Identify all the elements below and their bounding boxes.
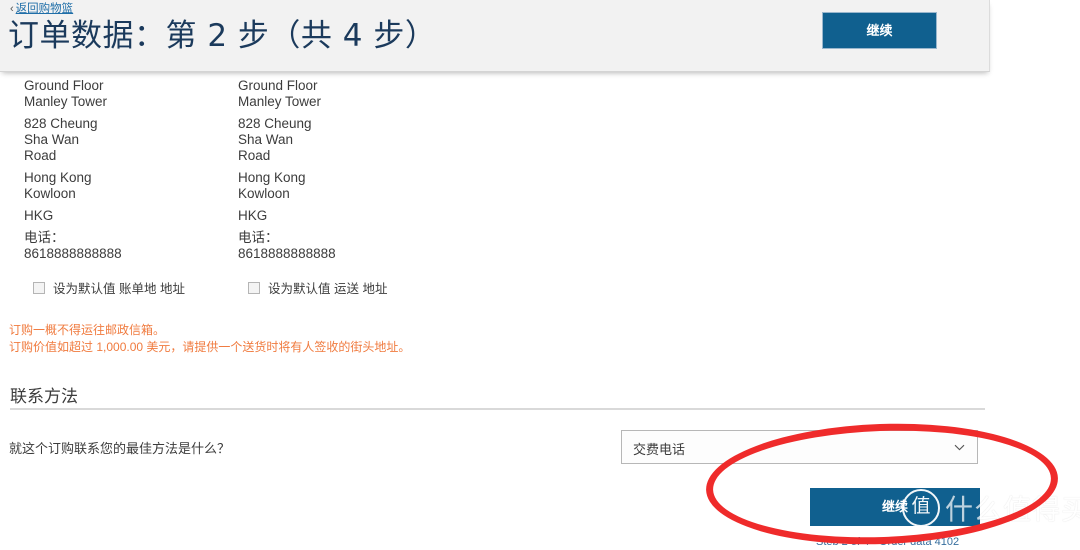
- address-country-code: HKG: [238, 208, 268, 223]
- address-group: HKG: [238, 208, 336, 224]
- address-line: Sha Wan: [238, 132, 294, 147]
- contact-method-selected-value: 交费电话: [633, 442, 686, 457]
- header-continue-button[interactable]: 继续: [822, 12, 937, 49]
- phone-label: 电话：: [238, 230, 279, 245]
- address-line: Sha Wan: [24, 132, 80, 147]
- checkbox-box-icon[interactable]: [33, 281, 45, 294]
- shipping-restriction-notes: 订购一概不得运往邮政信箱。 订购价值如超过 1,000.00 美元，请提供一个送…: [9, 322, 410, 356]
- address-group: 828 Cheung Sha Wan Road: [238, 116, 336, 164]
- chevron-left-icon: ‹: [10, 3, 14, 15]
- phone-label: 电话：: [24, 230, 65, 245]
- phone-number: 8618888888888: [24, 246, 122, 261]
- footer-cutoff-text: Step 2 of 4 - Order data 4102: [816, 536, 960, 545]
- address-line: 828 Cheung: [238, 116, 312, 131]
- contact-method-select[interactable]: 交费电话: [621, 430, 978, 464]
- default-address-checkbox-row: 设为默认值 账单地 地址 设为默认值 运送 地址: [0, 278, 990, 300]
- contact-method-question-label: 就这个订购联系您的最佳方法是什么？: [9, 441, 231, 456]
- address-group: HKG: [24, 208, 122, 224]
- default-shipping-address-label: 设为默认值 运送 地址: [268, 282, 388, 296]
- address-group: Ground Floor Manley Tower: [24, 78, 122, 110]
- phone-number: 8618888888888: [238, 246, 336, 261]
- address-line: Manley Tower: [24, 94, 108, 109]
- address-line: Manley Tower: [238, 94, 322, 109]
- address-line: Kowloon: [238, 186, 290, 201]
- address-group: Hong Kong Kowloon: [238, 170, 336, 202]
- address-country-code: HKG: [24, 208, 54, 223]
- default-billing-address-checkbox[interactable]: 设为默认值 账单地 地址: [33, 278, 185, 297]
- address-line: Road: [24, 148, 57, 163]
- address-phone-group: 电话： 8618888888888: [238, 230, 336, 262]
- address-phone-group: 电话： 8618888888888: [24, 230, 122, 262]
- sticky-header-bar: ‹ 返回购物篮 订单数据：第 2 步（共 4 步） 继续: [0, 0, 990, 72]
- address-group: 828 Cheung Sha Wan Road: [24, 116, 122, 164]
- address-line: Road: [238, 148, 271, 163]
- address-line: Hong Kong: [24, 170, 92, 185]
- note-no-po-box: 订购一概不得运往邮政信箱。: [9, 323, 166, 337]
- contact-section-heading: 联系方法: [10, 387, 78, 406]
- address-line: Kowloon: [24, 186, 76, 201]
- back-to-cart-link[interactable]: ‹ 返回购物篮: [10, 2, 73, 16]
- default-shipping-address-checkbox[interactable]: 设为默认值 运送 地址: [248, 278, 387, 297]
- checkbox-box-icon[interactable]: [248, 281, 260, 294]
- address-line: Ground Floor: [24, 78, 104, 93]
- chevron-down-icon[interactable]: [954, 442, 965, 453]
- shipping-address-block: Ground Floor Manley Tower 828 Cheung Sha…: [238, 78, 336, 268]
- address-line: Ground Floor: [238, 78, 318, 93]
- address-line: 828 Cheung: [24, 116, 98, 131]
- bottom-continue-button[interactable]: 继续: [810, 488, 980, 526]
- page-title: 订单数据：第 2 步（共 4 步）: [8, 18, 437, 54]
- default-billing-address-label: 设为默认值 账单地 地址: [53, 282, 185, 296]
- note-signature-required: 订购价值如超过 1,000.00 美元，请提供一个送货时将有人签收的街头地址。: [9, 340, 411, 354]
- billing-address-block: Ground Floor Manley Tower 828 Cheung Sha…: [24, 78, 122, 268]
- address-group: Ground Floor Manley Tower: [238, 78, 336, 110]
- address-line: Hong Kong: [238, 170, 306, 185]
- back-to-cart-label: 返回购物篮: [15, 3, 74, 15]
- address-group: Hong Kong Kowloon: [24, 170, 122, 202]
- section-divider: [10, 408, 985, 410]
